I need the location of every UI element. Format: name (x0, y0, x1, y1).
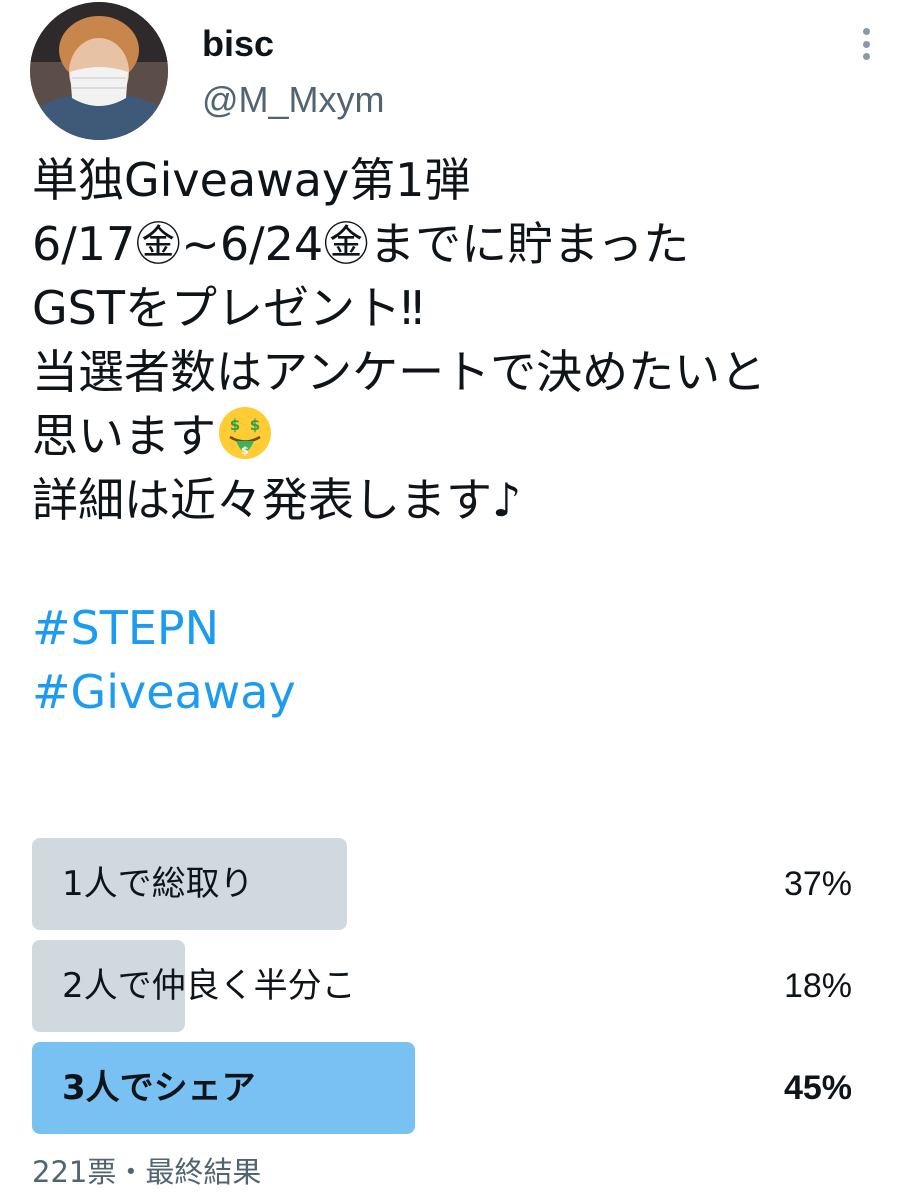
tweet-line: GSTをプレゼント‼ (32, 281, 424, 335)
poll-option: 3人でシェア 45% (32, 1042, 852, 1134)
poll-option: 2人で仲良く半分こ 18% (32, 940, 852, 1032)
tweet-line: 単独Giveaway第1弾 (32, 153, 471, 207)
poll-option-label: 2人で仲良く半分こ (62, 966, 356, 1006)
user-handle[interactable]: @M_Mxym (202, 80, 385, 120)
poll-option-label: 1人で総取り (62, 864, 254, 904)
dot (862, 40, 870, 48)
poll-option-percent: 18% (783, 967, 852, 1005)
display-name[interactable]: bisc (202, 24, 274, 64)
poll-option-percent: 37% (783, 865, 852, 903)
poll: 1人で総取り 37% 2人で仲良く半分こ 18% 3人でシェア 45% (32, 838, 852, 1144)
tweet-line: 6/17㊎~6/24㊎までに貯まった (32, 217, 690, 271)
tweet-text: 単独Giveaway第1弾 6/17㊎~6/24㊎までに貯まった GSTをプレゼ… (32, 148, 902, 724)
dot (862, 28, 870, 35)
poll-option-percent: 45% (783, 1069, 852, 1107)
tweet-line: 思います (32, 409, 216, 463)
poll-option: 1人で総取り 37% (32, 838, 852, 930)
svg-text:$: $ (241, 444, 249, 457)
dot (862, 53, 870, 60)
hashtag-link[interactable]: #Giveaway (32, 660, 902, 724)
poll-option-label: 3人でシェア (62, 1068, 256, 1108)
svg-text:$: $ (250, 416, 260, 434)
avatar[interactable] (30, 2, 168, 140)
tweet-line: 当選者数はアンケートで決めたいと (32, 345, 767, 399)
tweet-line: 詳細は近々発表します♪ (32, 473, 522, 527)
hashtag-link[interactable]: #STEPN (32, 596, 902, 660)
user-avatar-photo (30, 2, 168, 140)
more-options-icon[interactable] (852, 24, 880, 64)
poll-footer: 221票・最終結果 (32, 1155, 262, 1189)
svg-text:$: $ (230, 416, 240, 434)
money-mouth-face-icon: $ $ $ (216, 404, 274, 462)
tweet-line-with-emoji: 思います $ $ $ (32, 404, 902, 468)
